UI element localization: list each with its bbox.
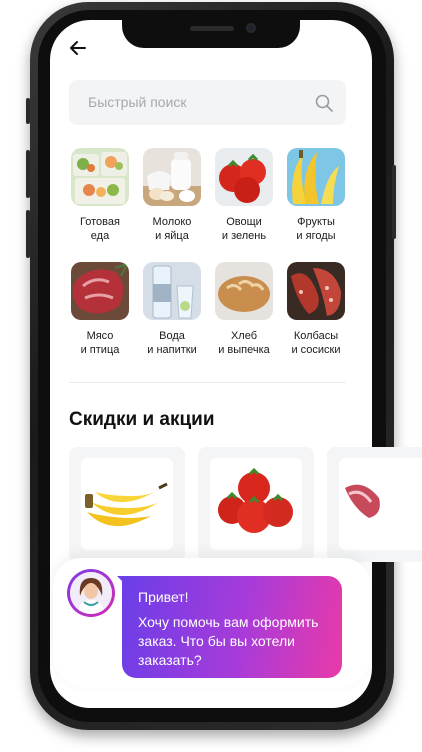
- section-title: Скидки и акции: [69, 409, 215, 430]
- category-label: Фрукты и ягоды: [278, 215, 354, 243]
- category-label-line: и сосиски: [291, 344, 341, 356]
- category-vegetables[interactable]: Овощи и зелень: [206, 148, 282, 243]
- category-label-line: Фрукты: [297, 216, 335, 228]
- ready-food-image: [71, 148, 129, 206]
- category-label: Готовая еда: [62, 215, 138, 243]
- meat-image: [71, 262, 129, 320]
- greeting-text: Привет!: [138, 589, 189, 605]
- category-water[interactable]: Вода и напитки: [134, 262, 210, 357]
- category-meat[interactable]: Мясо и птица: [62, 262, 138, 357]
- front-camera: [246, 23, 256, 33]
- category-fruits[interactable]: Фрукты и ягоды: [278, 148, 354, 243]
- category-ready-food[interactable]: Готовая еда: [62, 148, 138, 243]
- promo-card-bananas[interactable]: [69, 447, 185, 562]
- category-label-line: еда: [90, 230, 110, 242]
- category-label: Вода и напитки: [134, 329, 210, 357]
- bread-image: [215, 262, 273, 320]
- category-label-line: и зелень: [221, 230, 267, 242]
- category-label-line: Колбасы: [293, 330, 339, 342]
- promo-card-meat[interactable]: [327, 447, 422, 562]
- category-sausages[interactable]: Колбасы и сосиски: [278, 262, 354, 357]
- category-label-line: Молоко: [152, 216, 192, 228]
- assistant-message: Привет! Хочу помочь вам оформить заказ. …: [122, 576, 342, 678]
- bananas-image: [81, 458, 173, 550]
- category-label: Мясо и птица: [62, 329, 138, 357]
- volume-up-button: [26, 150, 30, 198]
- category-label: Хлеб и выпечка: [206, 329, 282, 357]
- category-label-line: Готовая: [80, 216, 120, 228]
- category-label: Молоко и яйца: [134, 215, 210, 243]
- milk-eggs-image: [143, 148, 201, 206]
- water-image: [143, 262, 201, 320]
- category-label-line: и напитки: [147, 344, 197, 356]
- category-label-line: Мясо: [86, 330, 114, 342]
- volume-down-button: [26, 210, 30, 258]
- sausages-image: [287, 262, 345, 320]
- category-label-line: Овощи: [226, 216, 262, 228]
- promo-card-tomatoes[interactable]: [198, 447, 314, 562]
- tomatoes-image: [210, 458, 302, 550]
- search-input[interactable]: Быстрый поиск: [88, 94, 187, 110]
- category-milk-eggs[interactable]: Молоко и яйца: [134, 148, 210, 243]
- divider: [69, 382, 346, 383]
- fruits-image: [287, 148, 345, 206]
- category-label: Овощи и зелень: [206, 215, 282, 243]
- category-bread[interactable]: Хлеб и выпечка: [206, 262, 282, 357]
- arrow-left-icon: [70, 41, 86, 55]
- message-text: Хочу помочь вам оформить заказ. Что бы в…: [138, 614, 319, 668]
- assistant-avatar[interactable]: [67, 569, 115, 617]
- category-label-line: и птица: [80, 344, 120, 356]
- category-label-line: и ягоды: [296, 230, 336, 242]
- search-bar[interactable]: Быстрый поиск: [69, 80, 346, 125]
- back-button[interactable]: [68, 38, 88, 58]
- speaker: [190, 26, 234, 31]
- meat-image: [339, 458, 422, 550]
- category-label: Колбасы и сосиски: [278, 329, 354, 357]
- vegetables-image: [215, 148, 273, 206]
- search-icon[interactable]: [314, 93, 334, 113]
- notch: [122, 20, 300, 48]
- category-label-line: и яйца: [155, 230, 189, 242]
- assistant-photo: [70, 572, 112, 614]
- power-button: [392, 165, 396, 239]
- category-label-line: Вода: [159, 330, 185, 342]
- category-label-line: Хлеб: [230, 330, 258, 342]
- category-label-line: и выпечка: [218, 344, 270, 356]
- mute-switch: [26, 98, 30, 124]
